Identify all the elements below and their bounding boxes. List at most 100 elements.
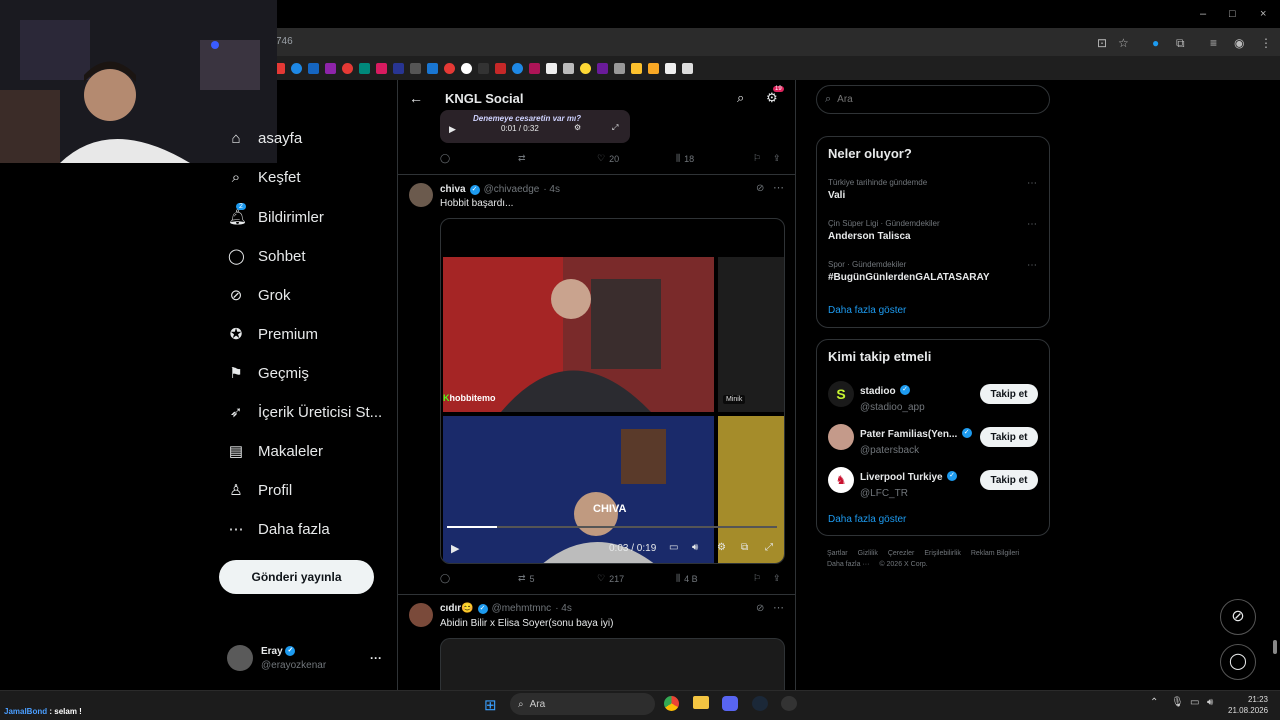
speaker-icon[interactable]: 🔊︎ (1207, 697, 1213, 708)
trend-item[interactable]: Türkiye tarihinde gündemde Vali (828, 178, 927, 201)
follow-user[interactable]: Pater Familias(Yen... ✓ @patersback (860, 424, 972, 456)
app-icon[interactable] (781, 696, 797, 711)
bookmark-icon[interactable] (682, 62, 693, 74)
nav-profile[interactable]: ♙ Profil (228, 481, 292, 500)
windows-start-icon[interactable]: ⊞ (484, 696, 497, 714)
retweet-button[interactable]: ⇄ 5 (518, 573, 535, 584)
bookmark-icon[interactable] (325, 62, 336, 74)
footer-link[interactable]: Gizlilik (858, 550, 878, 557)
extension-icon[interactable]: ● (1152, 36, 1159, 50)
tweet-media[interactable] (440, 638, 785, 690)
tweet-author[interactable]: cıdır😊 (440, 603, 474, 614)
bookmark-icon[interactable] (427, 62, 438, 74)
tweet-more-icon[interactable]: ⋯ (773, 181, 784, 194)
search-input[interactable] (837, 94, 1028, 105)
nav-explore[interactable]: ⌕ Keşfet (228, 169, 301, 186)
bookmark-icon[interactable] (410, 62, 421, 74)
stadioo-avatar[interactable]: S (828, 381, 854, 407)
scrollbar[interactable] (1273, 640, 1277, 654)
taskbar-search[interactable]: ⌕ Ara (510, 693, 655, 715)
bookmark-icon[interactable] (580, 62, 591, 74)
account-avatar[interactable] (227, 645, 253, 671)
discord-icon[interactable] (722, 696, 738, 711)
grok-icon[interactable]: ⊘ (756, 603, 764, 614)
nav-premium[interactable]: ✪ Premium (228, 325, 318, 344)
settings-icon[interactable]: ⚙ (766, 90, 778, 106)
tweet-time[interactable]: · 4s (543, 184, 560, 195)
bookmark-icon[interactable] (648, 62, 659, 74)
nav-creator-studio[interactable]: ➶ İçerik Üreticisi St... (228, 403, 382, 422)
trend-more-icon[interactable]: ⋯ (1027, 260, 1037, 271)
bookmark-icon[interactable] (529, 62, 540, 74)
minimize-button[interactable]: – (1200, 8, 1206, 20)
nav-bookmarks[interactable]: ⚑ Geçmiş (228, 364, 309, 383)
bookmark-button[interactable]: ⚐ (753, 573, 761, 584)
footer-link[interactable]: Reklam Bilgileri (971, 550, 1019, 557)
follow-user[interactable]: Liverpool Turkiye ✓ @LFC_TR (860, 467, 958, 499)
bookmark-icon[interactable] (308, 62, 319, 74)
play-icon[interactable]: ▶ (449, 124, 456, 135)
views-button[interactable]: ⫼ 4 B (676, 573, 698, 584)
trend-more-icon[interactable]: ⋯ (1027, 219, 1037, 230)
tweet-video[interactable]: Denemeye cesaretin var mı? ▶ 0:01 / 0:32… (440, 110, 630, 143)
tweet-avatar[interactable] (409, 603, 433, 627)
search-icon[interactable]: ⌕ (737, 90, 744, 106)
menu-icon[interactable]: ⋮ (1260, 36, 1272, 50)
trend-more-icon[interactable]: ⋯ (1027, 178, 1037, 189)
nav-grok[interactable]: ⊘ Grok (228, 286, 291, 305)
reply-button[interactable]: ◯ (440, 573, 450, 584)
tweet-avatar[interactable] (409, 183, 433, 207)
follow-user[interactable]: stadioo ✓ @stadioo_app (860, 381, 925, 413)
taskbar-clock[interactable]: 21:23 21.08.2026 (1228, 694, 1268, 716)
back-arrow-icon[interactable]: ← (409, 90, 423, 106)
bookmark-icon[interactable] (444, 62, 455, 74)
grok-floating-button[interactable]: ⊘ (1220, 599, 1256, 635)
bookmark-icon[interactable] (563, 62, 574, 74)
follow-show-more[interactable]: Daha fazla göster (828, 514, 906, 525)
trends-show-more[interactable]: Daha fazla göster (828, 305, 906, 316)
bookmark-icon[interactable] (478, 62, 489, 74)
search-box[interactable]: ⌕ (816, 85, 1050, 114)
like-button[interactable]: ♡ 217 (597, 573, 624, 584)
trend-item[interactable]: Spor · Gündemdekiler #BugünGünlerdenGALA… (828, 260, 989, 283)
microphone-icon[interactable]: 🎙︎ (1171, 697, 1184, 708)
bookmark-icon[interactable] (342, 62, 353, 74)
nav-chat[interactable]: ◯ Sohbet (228, 247, 306, 266)
file-explorer-icon[interactable] (693, 696, 709, 709)
network-icon[interactable]: ▭ (1190, 697, 1199, 708)
bookmark-icon[interactable] (359, 62, 370, 74)
volume-icon[interactable]: 🔊︎ (692, 542, 698, 553)
bookmark-icon[interactable] (614, 62, 625, 74)
views-button[interactable]: ⫼ 18 (676, 153, 694, 164)
nav-more[interactable]: ⋯ Daha fazla (228, 520, 330, 539)
bookmark-icon[interactable] (376, 62, 387, 74)
chrome-icon[interactable] (664, 696, 679, 711)
footer-link[interactable]: Şartlar (827, 550, 848, 557)
settings-icon[interactable]: ⚙ (717, 542, 726, 553)
messages-floating-button[interactable]: ◯ (1220, 644, 1256, 680)
trend-item[interactable]: Çin Süper Ligi · Gündemdekiler Anderson … (828, 219, 940, 242)
grok-icon[interactable]: ⊘ (756, 183, 764, 194)
bookmark-icon[interactable] (291, 62, 302, 74)
tweet-video[interactable]: Khobbitemo Minik CHIVA ▶ 0:03 / 0:19 ▭ 🔊… (440, 218, 785, 564)
liverpool-avatar[interactable]: ♞ (828, 467, 854, 493)
follow-button[interactable]: Takip et (980, 470, 1038, 490)
bookmark-icon[interactable] (461, 62, 472, 74)
fullscreen-icon[interactable]: ⤢ (612, 123, 618, 133)
close-window-button[interactable]: × (1260, 8, 1266, 20)
captions-icon[interactable]: ▭ (669, 542, 678, 553)
nav-home[interactable]: ⌂ asayfa (228, 130, 302, 147)
share-button[interactable]: ⇪ (773, 573, 781, 584)
nav-articles[interactable]: ▤ Makaleler (228, 442, 323, 461)
bookmark-button[interactable]: ⚐ (753, 153, 761, 164)
media-icon[interactable]: ≡ (1210, 36, 1217, 50)
pater-avatar[interactable] (828, 424, 854, 450)
tweet-handle[interactable]: @chivaedge (484, 184, 540, 195)
footer-link[interactable]: Erişilebilirlik (924, 550, 961, 557)
bookmark-icon[interactable] (495, 62, 506, 74)
like-button[interactable]: ♡ 20 (597, 153, 619, 164)
bookmark-icon[interactable] (512, 62, 523, 74)
tweet-time[interactable]: · 4s (555, 603, 572, 614)
puzzle-icon[interactable]: ⧉ (1176, 36, 1185, 51)
nav-notifications[interactable]: 🔔︎ 2 Bildirimler (228, 203, 324, 226)
